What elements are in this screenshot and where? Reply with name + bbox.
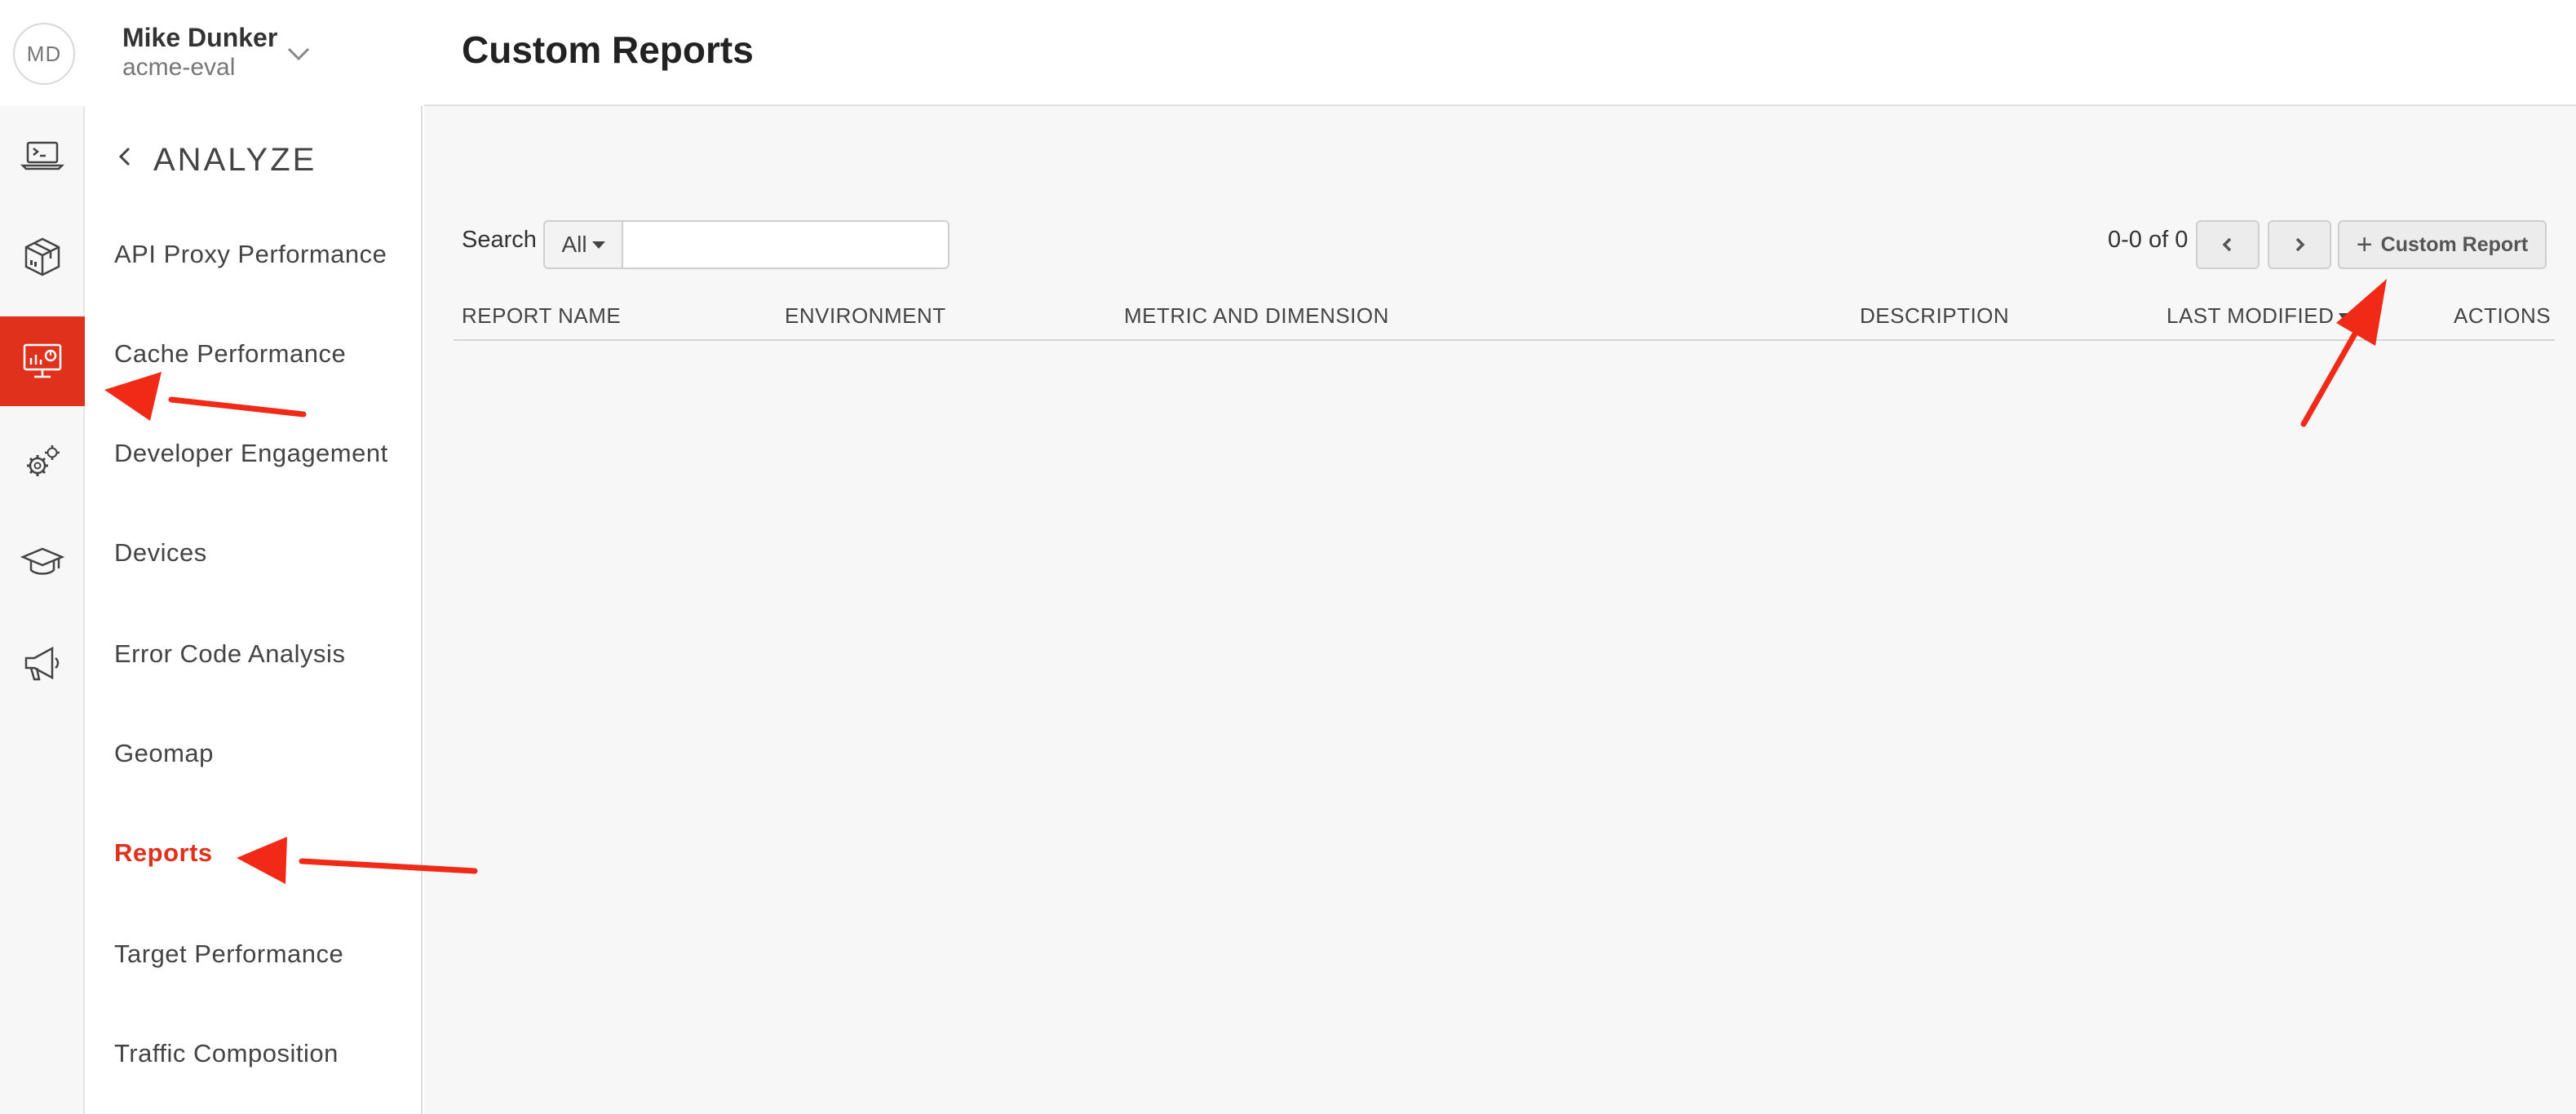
search-filter-select[interactable]: All <box>543 220 622 269</box>
rail-item-announcements[interactable] <box>0 618 85 708</box>
nav-item-traffic-composition[interactable]: Traffic Composition <box>114 1039 339 1068</box>
nav-item-reports[interactable]: Reports <box>114 838 213 868</box>
search-input[interactable] <box>622 220 949 269</box>
next-page-button[interactable] <box>2268 220 2331 269</box>
user-name: Mike Dunker <box>122 23 278 52</box>
rail-item-learn[interactable] <box>0 517 85 607</box>
rail-item-develop[interactable] <box>0 111 85 201</box>
rail-item-publish[interactable] <box>0 212 85 302</box>
rail-item-analyze[interactable] <box>0 316 85 406</box>
column-header-actions: ACTIONS <box>2454 303 2552 328</box>
avatar[interactable]: MD <box>13 23 75 85</box>
nav-item-developer-engagement[interactable]: Developer Engagement <box>114 439 388 468</box>
search-filter-value: All <box>561 232 587 257</box>
column-header-last-modified[interactable]: LAST MODIFIED <box>2167 303 2351 329</box>
nav-item-cache-performance[interactable]: Cache Performance <box>114 339 346 369</box>
column-header-report-name[interactable]: REPORT NAME <box>462 303 621 329</box>
page-title: Custom Reports <box>462 29 754 71</box>
pagination-count: 0-0 of 0 <box>2108 227 2189 253</box>
nav-item-geomap[interactable]: Geomap <box>114 739 214 768</box>
page-header: Custom Reports <box>424 0 2576 106</box>
icon-rail <box>0 106 85 1114</box>
column-header-metric-and-dimension[interactable]: METRIC AND DIMENSION <box>1124 303 1389 329</box>
chevron-left-icon <box>2222 237 2232 252</box>
prev-page-button[interactable] <box>2196 220 2260 269</box>
sub-nav: ANALYZE API Proxy Performance Cache Perf… <box>85 106 423 1114</box>
nav-item-error-code-analysis[interactable]: Error Code Analysis <box>114 639 345 669</box>
nav-section-title: ANALYZE <box>153 142 317 178</box>
terminal-laptop-icon <box>20 141 65 170</box>
graduation-cap-icon <box>20 547 65 575</box>
caret-down-icon <box>591 241 605 249</box>
nav-item-api-proxy-performance[interactable]: API Proxy Performance <box>114 240 387 269</box>
user-header: MD Mike Dunker acme-eval <box>0 0 423 106</box>
table-header: REPORT NAME ENVIRONMENT METRIC AND DIMEN… <box>454 289 2555 341</box>
nav-item-target-performance[interactable]: Target Performance <box>114 939 343 969</box>
megaphone-icon <box>24 646 60 681</box>
column-header-environment[interactable]: ENVIRONMENT <box>785 303 946 329</box>
rail-item-admin[interactable] <box>0 418 85 507</box>
package-box-icon <box>24 237 60 276</box>
gears-icon <box>27 445 60 476</box>
plus-icon: + <box>2356 229 2373 260</box>
add-custom-report-label: Custom Report <box>2380 232 2529 256</box>
sort-desc-icon <box>2339 313 2351 322</box>
chevron-left-icon[interactable] <box>113 144 139 170</box>
main-content: Search All 0-0 of 0 + Custom Report REPO… <box>424 106 2576 1114</box>
chevron-right-icon <box>2295 237 2305 252</box>
search-label: Search <box>462 227 537 253</box>
column-header-description[interactable]: DESCRIPTION <box>1860 303 2009 329</box>
add-custom-report-button[interactable]: + Custom Report <box>2338 220 2547 269</box>
chevron-down-icon[interactable] <box>282 38 315 70</box>
analytics-monitor-icon <box>23 343 62 378</box>
column-header-last-modified-label: LAST MODIFIED <box>2167 303 2335 328</box>
nav-item-devices[interactable]: Devices <box>114 538 207 568</box>
org-name: acme-eval <box>122 54 236 81</box>
